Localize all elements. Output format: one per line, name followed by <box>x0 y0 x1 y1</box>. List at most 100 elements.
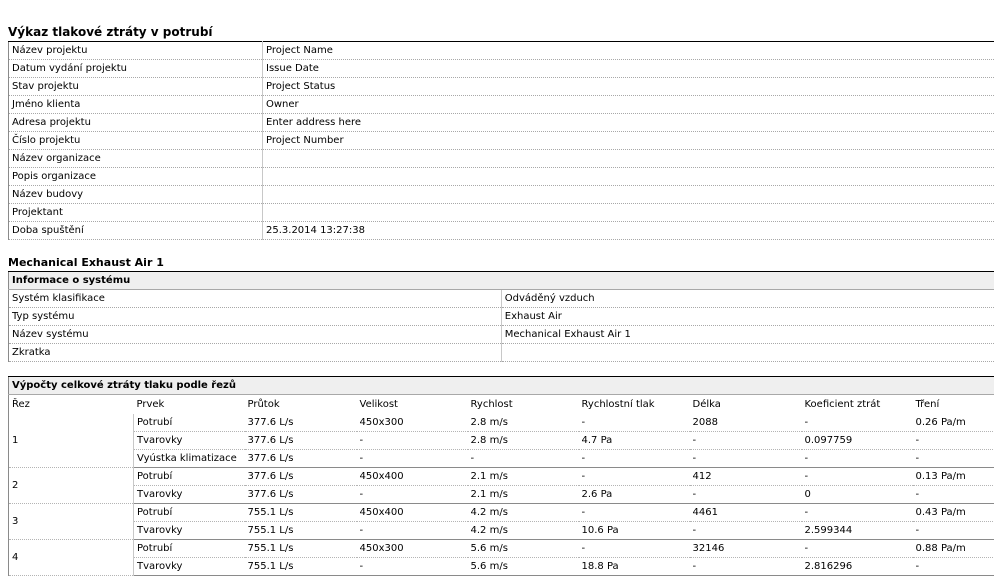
cell-velikost: - <box>356 557 468 576</box>
system-info-value: Mechanical Exhaust Air 1 <box>501 325 994 344</box>
cell-prvek: Tvarovky <box>133 485 245 504</box>
cell-velikost: - <box>356 521 468 540</box>
cell-delka: - <box>689 449 802 468</box>
cell-delka: - <box>689 485 802 504</box>
project-info-row: Projektant <box>8 203 994 222</box>
cell-rychlost: - <box>467 449 579 468</box>
cell-tlak: 4.7 Pa <box>578 431 690 450</box>
section-row: 4 Potrubí 755.1 L/s 450x300 5.6 m/s -32146-0.… <box>8 539 994 576</box>
cell-prutok: 755.1 L/s <box>244 539 357 558</box>
cell-koef: - <box>801 449 913 468</box>
cell-treni: - <box>912 431 994 450</box>
column-header: Průtok <box>247 399 280 410</box>
cell-rychlost: 5.6 m/s <box>467 557 579 576</box>
cell-prutok: 755.1 L/s <box>244 503 357 522</box>
cell-tlak: - <box>578 449 690 468</box>
section-id: 3 <box>8 503 134 540</box>
project-info-value <box>262 185 994 204</box>
project-info-row: Název projektu Project Name <box>8 41 994 60</box>
report-title: Výkaz tlakové ztráty v potrubí <box>8 25 213 39</box>
column-header: Rychlostní tlak <box>581 399 655 410</box>
cell-koef: - <box>801 467 913 486</box>
cell-velikost: 450x300 <box>356 539 468 558</box>
cell-velikost: 450x300 <box>356 414 468 432</box>
cell-tlak: - <box>578 539 690 558</box>
section-row: Vyústka klimatizace 377.6 L/s - - - - - - <box>9 449 994 468</box>
cell-velikost: 450x400 <box>356 503 468 522</box>
section-id: 4 <box>8 539 134 576</box>
project-info-row: Název organizace <box>8 149 994 168</box>
cell-prvek: Vyústka klimatizace <box>133 449 245 468</box>
project-info-row: Název budovy <box>8 185 994 204</box>
pressure-loss-table: Výpočty celkové ztráty tlaku podle řezů … <box>8 376 994 576</box>
cell-delka: 4461 <box>689 503 802 522</box>
column-header: Tření <box>915 399 940 410</box>
cell-treni: - <box>912 521 994 540</box>
cell-prvek: Tvarovky <box>133 557 245 576</box>
cell-prvek: Potrubí <box>133 503 245 522</box>
section-row: 2 Potrubí 377.6 L/s 450x400 2.1 m/s -412-0.13… <box>8 467 994 504</box>
cell-prvek: Potrubí <box>133 414 245 432</box>
project-info-value: Project Name <box>262 41 994 60</box>
section-row: Tvarovky 755.1 L/s -4.2 m/s 10.6 Pa -2.59934… <box>9 521 994 540</box>
cell-velikost: - <box>356 485 468 504</box>
project-info-row: Stav projektu Project Status <box>8 77 994 96</box>
cell-prutok: 377.6 L/s <box>244 414 357 432</box>
column-header-row: Řez Prvek Průtok Velikost Rychlost Rychlostní… <box>9 395 994 415</box>
section-row: Tvarovky 377.6 L/s -2.8 m/s 4.7 Pa -0.097759… <box>9 431 994 450</box>
cell-delka: 412 <box>689 467 802 486</box>
column-header: Koeficient ztrát <box>804 399 881 410</box>
project-info-row: Jméno klienta Owner <box>8 95 994 114</box>
cell-treni: 0.88 Pa/m <box>912 539 994 558</box>
cell-koef: 0.097759 <box>801 431 913 450</box>
project-info-label: Stav projektu <box>8 77 263 96</box>
column-header: Řez <box>12 399 30 410</box>
project-info-label: Adresa projektu <box>8 113 263 132</box>
column-header: Rychlost <box>470 399 513 410</box>
cell-rychlost: 2.8 m/s <box>467 431 579 450</box>
system-info-row: Systém klasifikace Odváděný vzduch <box>8 289 994 308</box>
cell-delka: - <box>689 521 802 540</box>
system-info-row: Název systému Mechanical Exhaust Air 1 <box>8 325 994 344</box>
system-info-row: Zkratka <box>8 343 994 362</box>
project-info-label: Název budovy <box>8 185 263 204</box>
cell-prutok: 377.6 L/s <box>244 449 357 468</box>
cell-treni: 0.43 Pa/m <box>912 503 994 522</box>
system-info-value: Exhaust Air <box>501 307 994 326</box>
cell-velikost: - <box>356 431 468 450</box>
project-info-label: Popis organizace <box>8 167 263 186</box>
project-info-value: Owner <box>262 95 994 114</box>
project-info-value <box>262 149 994 168</box>
cell-koef: 0 <box>801 485 913 504</box>
cell-tlak: 18.8 Pa <box>578 557 690 576</box>
project-info-row: Popis organizace <box>8 167 994 186</box>
project-info-label: Doba spuštění <box>8 221 263 240</box>
cell-prvek: Potrubí <box>133 467 245 486</box>
project-info-label: Název organizace <box>8 149 263 168</box>
section-id: 1 <box>8 414 134 468</box>
system-info-row: Typ systému Exhaust Air <box>8 307 994 326</box>
system-info-label: Název systému <box>8 325 502 344</box>
cell-treni: - <box>912 449 994 468</box>
project-info-value: Project Number <box>262 131 994 150</box>
project-info-row: Adresa projektu Enter address here <box>8 113 994 132</box>
project-info-value <box>262 203 994 222</box>
section-row: Tvarovky 377.6 L/s -2.1 m/s 2.6 Pa -0- <box>9 485 994 504</box>
cell-prutok: 377.6 L/s <box>244 467 357 486</box>
project-info-value <box>262 167 994 186</box>
cell-tlak: 2.6 Pa <box>578 485 690 504</box>
cell-rychlost: 4.2 m/s <box>467 503 579 522</box>
system-name-heading: Mechanical Exhaust Air 1 <box>8 256 164 269</box>
cell-rychlost: 4.2 m/s <box>467 521 579 540</box>
project-info-label: Číslo projektu <box>8 131 263 150</box>
cell-tlak: - <box>578 414 690 432</box>
cell-treni: 0.26 Pa/m <box>912 414 994 432</box>
cell-delka: 2088 <box>689 414 802 432</box>
section-row: 1 Potrubí 377.6 L/s 450x300 2.8 m/s -2088-0.2… <box>8 414 994 468</box>
project-info-row: Datum vydání projektu Issue Date <box>8 59 994 78</box>
cell-tlak: - <box>578 467 690 486</box>
cell-treni: 0.13 Pa/m <box>912 467 994 486</box>
cell-koef: - <box>801 539 913 558</box>
cell-prutok: 377.6 L/s <box>244 485 357 504</box>
cell-prvek: Tvarovky <box>133 521 245 540</box>
